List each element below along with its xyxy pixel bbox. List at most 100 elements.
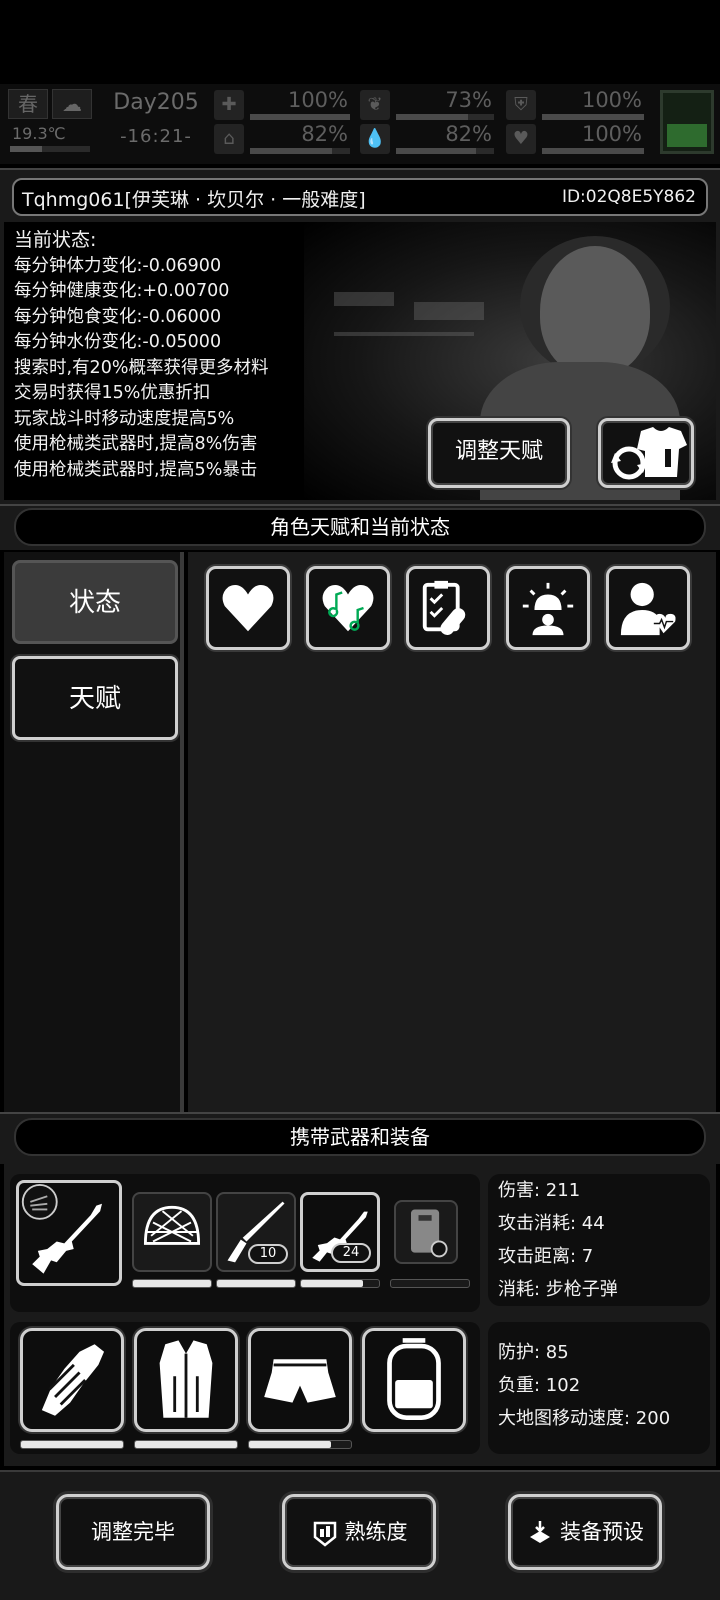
- defense-stats: 防护: 85 负重: 102 大地图移动速度: 200: [488, 1322, 710, 1454]
- status-line: 每分钟水份变化:-0.05000: [14, 332, 222, 352]
- net-helmet-icon: [143, 1205, 201, 1245]
- temperature-bar: [10, 146, 90, 152]
- fur-coat-icon: [159, 1340, 213, 1418]
- person-heartbeat-icon: [620, 582, 676, 636]
- status-text: 当前状态: 每分钟体力变化:-0.06900 每分钟健康变化:+0.00700 …: [14, 228, 268, 483]
- water-drop-icon: 💧: [360, 124, 390, 154]
- cloudy-icon: ☁: [52, 89, 92, 119]
- backpack-slot[interactable]: [362, 1328, 466, 1432]
- clipboard-pill-icon: [422, 580, 466, 636]
- durability-bar: [134, 1440, 238, 1449]
- change-outfit-button[interactable]: [598, 418, 694, 488]
- map-speed-value: 大地图移动速度: 200: [498, 1408, 671, 1429]
- durability-bar: [300, 1279, 380, 1288]
- defense-value: 防护: 85: [498, 1342, 569, 1363]
- status-heart[interactable]: [206, 566, 290, 650]
- status-header: 当前状态:: [14, 229, 97, 251]
- coat-slot[interactable]: [134, 1328, 238, 1432]
- durability-bar: [390, 1279, 470, 1288]
- weapon-attack-range: 攻击距离: 7: [498, 1246, 594, 1267]
- top-hud: 春 ☁ 19.3℃ Day205 -16:21- ✚ 100% ❦ 73% ⛨ …: [0, 84, 720, 164]
- status-mood[interactable]: [306, 566, 390, 650]
- gear-slots: [10, 1322, 480, 1454]
- game-time: -16:21-: [120, 126, 192, 147]
- proficiency-button[interactable]: 熟练度: [282, 1494, 436, 1570]
- durability-bar: [132, 1279, 212, 1288]
- weapon-damage: 伤害: 211: [498, 1180, 581, 1201]
- backpack-icon: [387, 1338, 441, 1421]
- alarm-person-icon: [522, 582, 574, 636]
- tab-status[interactable]: 状态: [12, 560, 178, 644]
- done-button[interactable]: 调整完毕: [56, 1494, 210, 1570]
- gloves-icon: [41, 1344, 105, 1416]
- status-line: 使用枪械类武器时,提高8%伤害: [14, 434, 258, 454]
- pants-slot[interactable]: [248, 1328, 352, 1432]
- equipment-section-title: 携带武器和装备: [14, 1118, 706, 1156]
- rifle-ammo-count: 24: [331, 1243, 371, 1263]
- proficiency-icon: [313, 1521, 336, 1547]
- durability-bar: [216, 1279, 296, 1288]
- spear-count: 10: [248, 1244, 288, 1264]
- shorts-icon: [264, 1359, 336, 1403]
- music-heart-icon: [322, 584, 374, 632]
- stat-endurance: ⌂ 82%: [214, 122, 354, 158]
- status-content: [188, 552, 716, 1112]
- stat-stamina: ✚ 100%: [214, 88, 354, 124]
- shield-slot[interactable]: [394, 1200, 458, 1264]
- status-tabs: 状态 天赋: [4, 552, 184, 1112]
- preset-icon: [530, 1521, 550, 1543]
- temperature: 19.3℃: [12, 124, 66, 143]
- heart-icon: ♥: [506, 124, 536, 154]
- heart-icon: [222, 584, 274, 632]
- helmet-slot[interactable]: [132, 1192, 212, 1272]
- day-counter: Day205: [113, 90, 199, 115]
- spear-slot[interactable]: 10: [216, 1192, 296, 1272]
- status-line: 每分钟体力变化:-0.06900: [14, 255, 222, 276]
- durability-bar: [20, 1440, 124, 1449]
- armor-icon: ⛨: [506, 90, 536, 120]
- stat-armor: ⛨ 100%: [506, 88, 648, 124]
- weapon-ammo-type: 消耗: 步枪子弹: [498, 1279, 618, 1300]
- stomach-icon: ❦: [360, 90, 390, 120]
- assault-rifle-icon: [21, 1183, 103, 1274]
- proficiency-label: 熟练度: [344, 1520, 408, 1544]
- weapon-stats: 伤害: 211 攻击消耗: 44 攻击距离: 7 消耗: 步枪子弹: [488, 1174, 710, 1306]
- done-label: 调整完毕: [91, 1520, 175, 1544]
- stat-satiety: ❦ 73%: [360, 88, 498, 124]
- weapon-attack-cost: 攻击消耗: 44: [498, 1213, 605, 1234]
- preset-label: 装备预设: [560, 1520, 644, 1544]
- stat-water: 💧 82%: [360, 122, 498, 158]
- character-name-bar: Tqhmg061[伊芙琳 · 坎贝尔 · 一般难度] ID:02Q8E5Y862: [12, 178, 708, 216]
- stat-health: ♥ 100%: [506, 122, 648, 158]
- status-line: 每分钟健康变化:+0.00700: [14, 281, 230, 301]
- status-medical[interactable]: [406, 566, 490, 650]
- primary-weapon-slot[interactable]: [16, 1180, 122, 1286]
- status-line: 交易时获得15%优惠折扣: [14, 383, 211, 403]
- tab-talent[interactable]: 天赋: [12, 656, 178, 740]
- riot-shield-icon: [411, 1209, 448, 1258]
- status-health-check[interactable]: [606, 566, 690, 650]
- status-line: 搜索时,有20%概率获得更多材料: [14, 357, 269, 378]
- load-value: 负重: 102: [498, 1375, 581, 1396]
- battery-icon: [660, 90, 714, 154]
- character-id: ID:02Q8E5Y862: [561, 187, 696, 207]
- status-line: 每分钟饱食变化:-0.06000: [14, 306, 222, 327]
- adjust-talent-button[interactable]: 调整天赋: [428, 418, 570, 488]
- character-name: Tqhmg061[伊芙琳 · 坎贝尔 · 一般难度]: [22, 189, 366, 211]
- bottom-bar: 调整完毕 熟练度 装备预设: [0, 1470, 720, 1600]
- durability-bar: [248, 1440, 352, 1449]
- season-weather: 春 ☁: [8, 89, 92, 121]
- status-line: 使用枪械类武器时,提高5%暴击: [14, 459, 258, 480]
- equipment-preset-button[interactable]: 装备预设: [508, 1494, 662, 1570]
- status-alert[interactable]: [506, 566, 590, 650]
- spring-icon: 春: [8, 89, 48, 119]
- outfit-swap-icon: [611, 427, 687, 480]
- rifle-slot[interactable]: 24: [300, 1192, 380, 1272]
- weapon-slots: 10 24: [10, 1174, 480, 1312]
- equipment-panel: 10 24 伤害: 211 攻击消耗: 44 攻击距离: 7 消耗: 步枪子弹: [4, 1164, 716, 1466]
- talent-section-title: 角色天赋和当前状态: [14, 508, 706, 546]
- medkit-icon: ✚: [214, 90, 244, 120]
- gloves-slot[interactable]: [20, 1328, 124, 1432]
- status-line: 玩家战斗时移动速度提高5%: [14, 408, 235, 429]
- boot-icon: ⌂: [214, 124, 244, 154]
